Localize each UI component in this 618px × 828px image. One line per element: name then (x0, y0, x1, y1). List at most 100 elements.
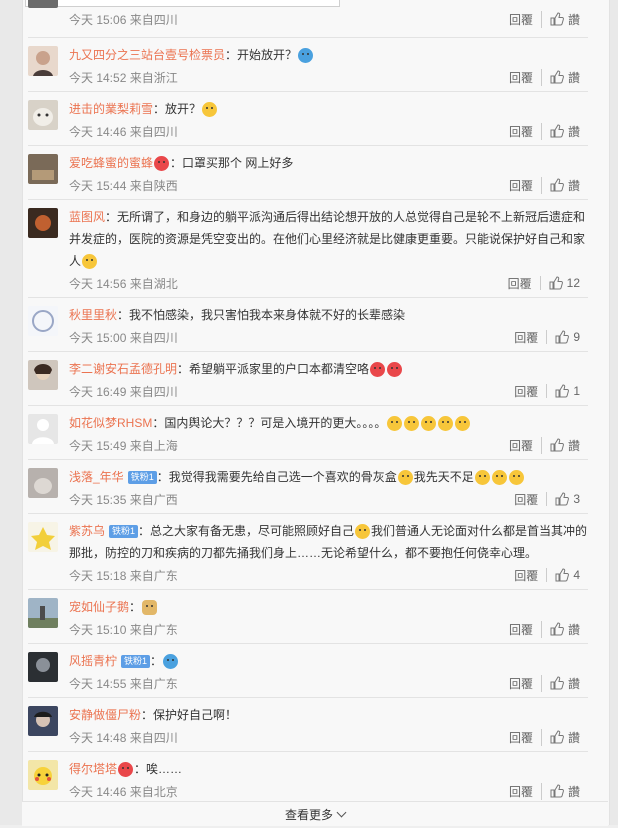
avatar[interactable] (28, 598, 58, 628)
comment-text: ：我不怕感染，我只害怕我本来身体就不好的长辈感染 (117, 308, 406, 322)
reply-button[interactable]: 回覆 (501, 675, 541, 692)
thumbs-up-icon (550, 438, 564, 452)
like-button[interactable]: 讚 (540, 122, 588, 140)
username[interactable]: 宠如仙子鹅 (69, 600, 129, 614)
avatar[interactable] (28, 760, 58, 790)
comment-time: 今天 14:46 来自四川 (69, 124, 178, 139)
thumbs-up-icon (550, 70, 564, 84)
thumbs-up-icon (555, 384, 570, 398)
avatar[interactable] (28, 652, 58, 682)
like-button[interactable]: 1 (546, 384, 588, 398)
comment-time: 今天 14:52 来自浙江 (69, 70, 178, 85)
reply-button[interactable]: 回覆 (501, 729, 541, 746)
username[interactable]: 蓝图风 (69, 210, 105, 224)
comment-text: ：希望躺平派家里的户口本都清空咯 (177, 362, 370, 376)
like-label: 讚 (567, 730, 580, 745)
glasses-emoji-icon (355, 524, 371, 540)
confused-emoji-icon (404, 416, 420, 432)
comment-text: ：保护好自己啊！ (141, 708, 238, 722)
fan-badge: 铁粉1 (127, 471, 157, 485)
username[interactable]: 风摇青柠 (69, 654, 117, 668)
comment-text: ：口罩买那个 网上好多 (170, 156, 294, 170)
username[interactable]: 浅落_年华 (69, 470, 124, 484)
like-label: 讚 (567, 70, 580, 85)
like-button[interactable]: 4 (546, 568, 588, 582)
avatar[interactable] (28, 360, 58, 390)
like-button[interactable]: 讚 (540, 782, 588, 800)
comment-text: ：国内舆论大？？？可是入境开的更大。。。。 (152, 416, 387, 430)
username[interactable]: 爱吃蜂蜜的蜜蜂 (69, 156, 153, 170)
avatar[interactable] (28, 706, 58, 736)
avatar[interactable] (28, 306, 58, 336)
reply-button[interactable]: 回覆 (506, 567, 546, 584)
comment-time: 今天 15:18 来自广东 (69, 568, 178, 583)
crying-emoji-icon (474, 470, 490, 486)
like-button[interactable]: 讚 (540, 436, 588, 454)
username[interactable]: 秋里里秋 (69, 308, 117, 322)
thumbs-up-icon (550, 676, 564, 690)
username[interactable]: 进击的業梨莉雪 (69, 102, 153, 116)
heart-eyes-emoji-icon (387, 362, 403, 378)
reply-button[interactable]: 回覆 (501, 123, 541, 140)
avatar[interactable] (28, 100, 58, 130)
comment-text: ：我觉得我需要先给自己选一个喜欢的骨灰盒 (156, 470, 397, 484)
reply-button[interactable]: 回覆 (506, 329, 546, 346)
username[interactable]: 得尔塔塔 (69, 762, 117, 776)
thumbs-up-icon (550, 178, 564, 192)
doge-emoji-icon (142, 600, 158, 616)
like-label: 讚 (567, 178, 580, 193)
avatar[interactable] (28, 208, 58, 238)
like-button[interactable]: 9 (546, 330, 588, 344)
smile-emoji-icon (202, 102, 218, 118)
reply-button[interactable]: 回覆 (501, 621, 541, 638)
username[interactable]: 紫苏乌 (69, 524, 105, 538)
reply-button[interactable]: 回覆 (501, 437, 541, 454)
avatar[interactable] (28, 0, 58, 8)
like-button[interactable]: 3 (546, 492, 588, 506)
comment-time: 今天 15:00 来自四川 (69, 330, 178, 345)
reply-button[interactable]: 回覆 (506, 383, 546, 400)
avatar[interactable] (28, 46, 58, 76)
comment-time: 今天 14:46 来自北京 (69, 784, 178, 799)
comment-list: 今天 15:06 来自四川 回覆 讚 九又四分之三站台壹号检票员：开始放开？ 今… (28, 0, 588, 806)
like-button[interactable]: 讚 (540, 10, 588, 28)
comment-time: 今天 14:56 来自湖北 (69, 276, 178, 291)
username[interactable]: 九又四分之三站台壹号检票员 (69, 48, 225, 62)
avatar[interactable] (28, 522, 58, 552)
comment-item: 得尔塔塔 ：唉…… 今天 14:46 来自北京 回覆 讚 (28, 752, 588, 806)
thumbs-up-icon (550, 730, 564, 744)
avatar[interactable] (28, 414, 58, 444)
username[interactable]: 李二谢安石孟德孔明 (69, 362, 177, 376)
comment-item: 进击的業梨莉雪：放开？ 今天 14:46 来自四川 回覆 讚 (28, 92, 588, 146)
fan-badge: 铁粉1 (121, 655, 151, 669)
like-button[interactable]: 讚 (540, 176, 588, 194)
view-more-button[interactable]: 查看更多 (22, 801, 608, 826)
like-button[interactable]: 讚 (540, 674, 588, 692)
reply-button[interactable]: 回覆 (501, 11, 541, 28)
crying-emoji-icon (397, 470, 413, 486)
like-count: 9 (573, 330, 580, 344)
like-label: 讚 (567, 124, 580, 139)
like-button[interactable]: 12 (539, 276, 588, 290)
comment-text: ： (129, 600, 142, 614)
vip-crown-icon (154, 156, 170, 172)
avatar[interactable] (28, 468, 58, 498)
doraemon-emoji-icon (163, 654, 179, 670)
reply-button[interactable]: 回覆 (500, 275, 540, 292)
heart-eyes-emoji-icon (370, 362, 386, 378)
like-count: 4 (573, 568, 580, 582)
left-gutter (0, 0, 22, 825)
reply-button[interactable]: 回覆 (501, 783, 541, 800)
reply-button[interactable]: 回覆 (501, 177, 541, 194)
like-button[interactable]: 讚 (540, 68, 588, 86)
reply-button[interactable]: 回覆 (506, 491, 546, 508)
reply-button[interactable]: 回覆 (501, 69, 541, 86)
avatar[interactable] (28, 154, 58, 184)
like-button[interactable]: 讚 (540, 728, 588, 746)
comment-item: 爱吃蜂蜜的蜜蜂 ：口罩买那个 网上好多 今天 15:44 来自陕西 回覆 讚 (28, 146, 588, 200)
comment-text-2: 我先天不足 (413, 470, 474, 484)
username[interactable]: 安静做僵尸粉 (69, 708, 141, 722)
thumbs-up-icon (550, 622, 564, 636)
username[interactable]: 如花似梦RHSM (69, 416, 152, 430)
like-button[interactable]: 讚 (540, 620, 588, 638)
